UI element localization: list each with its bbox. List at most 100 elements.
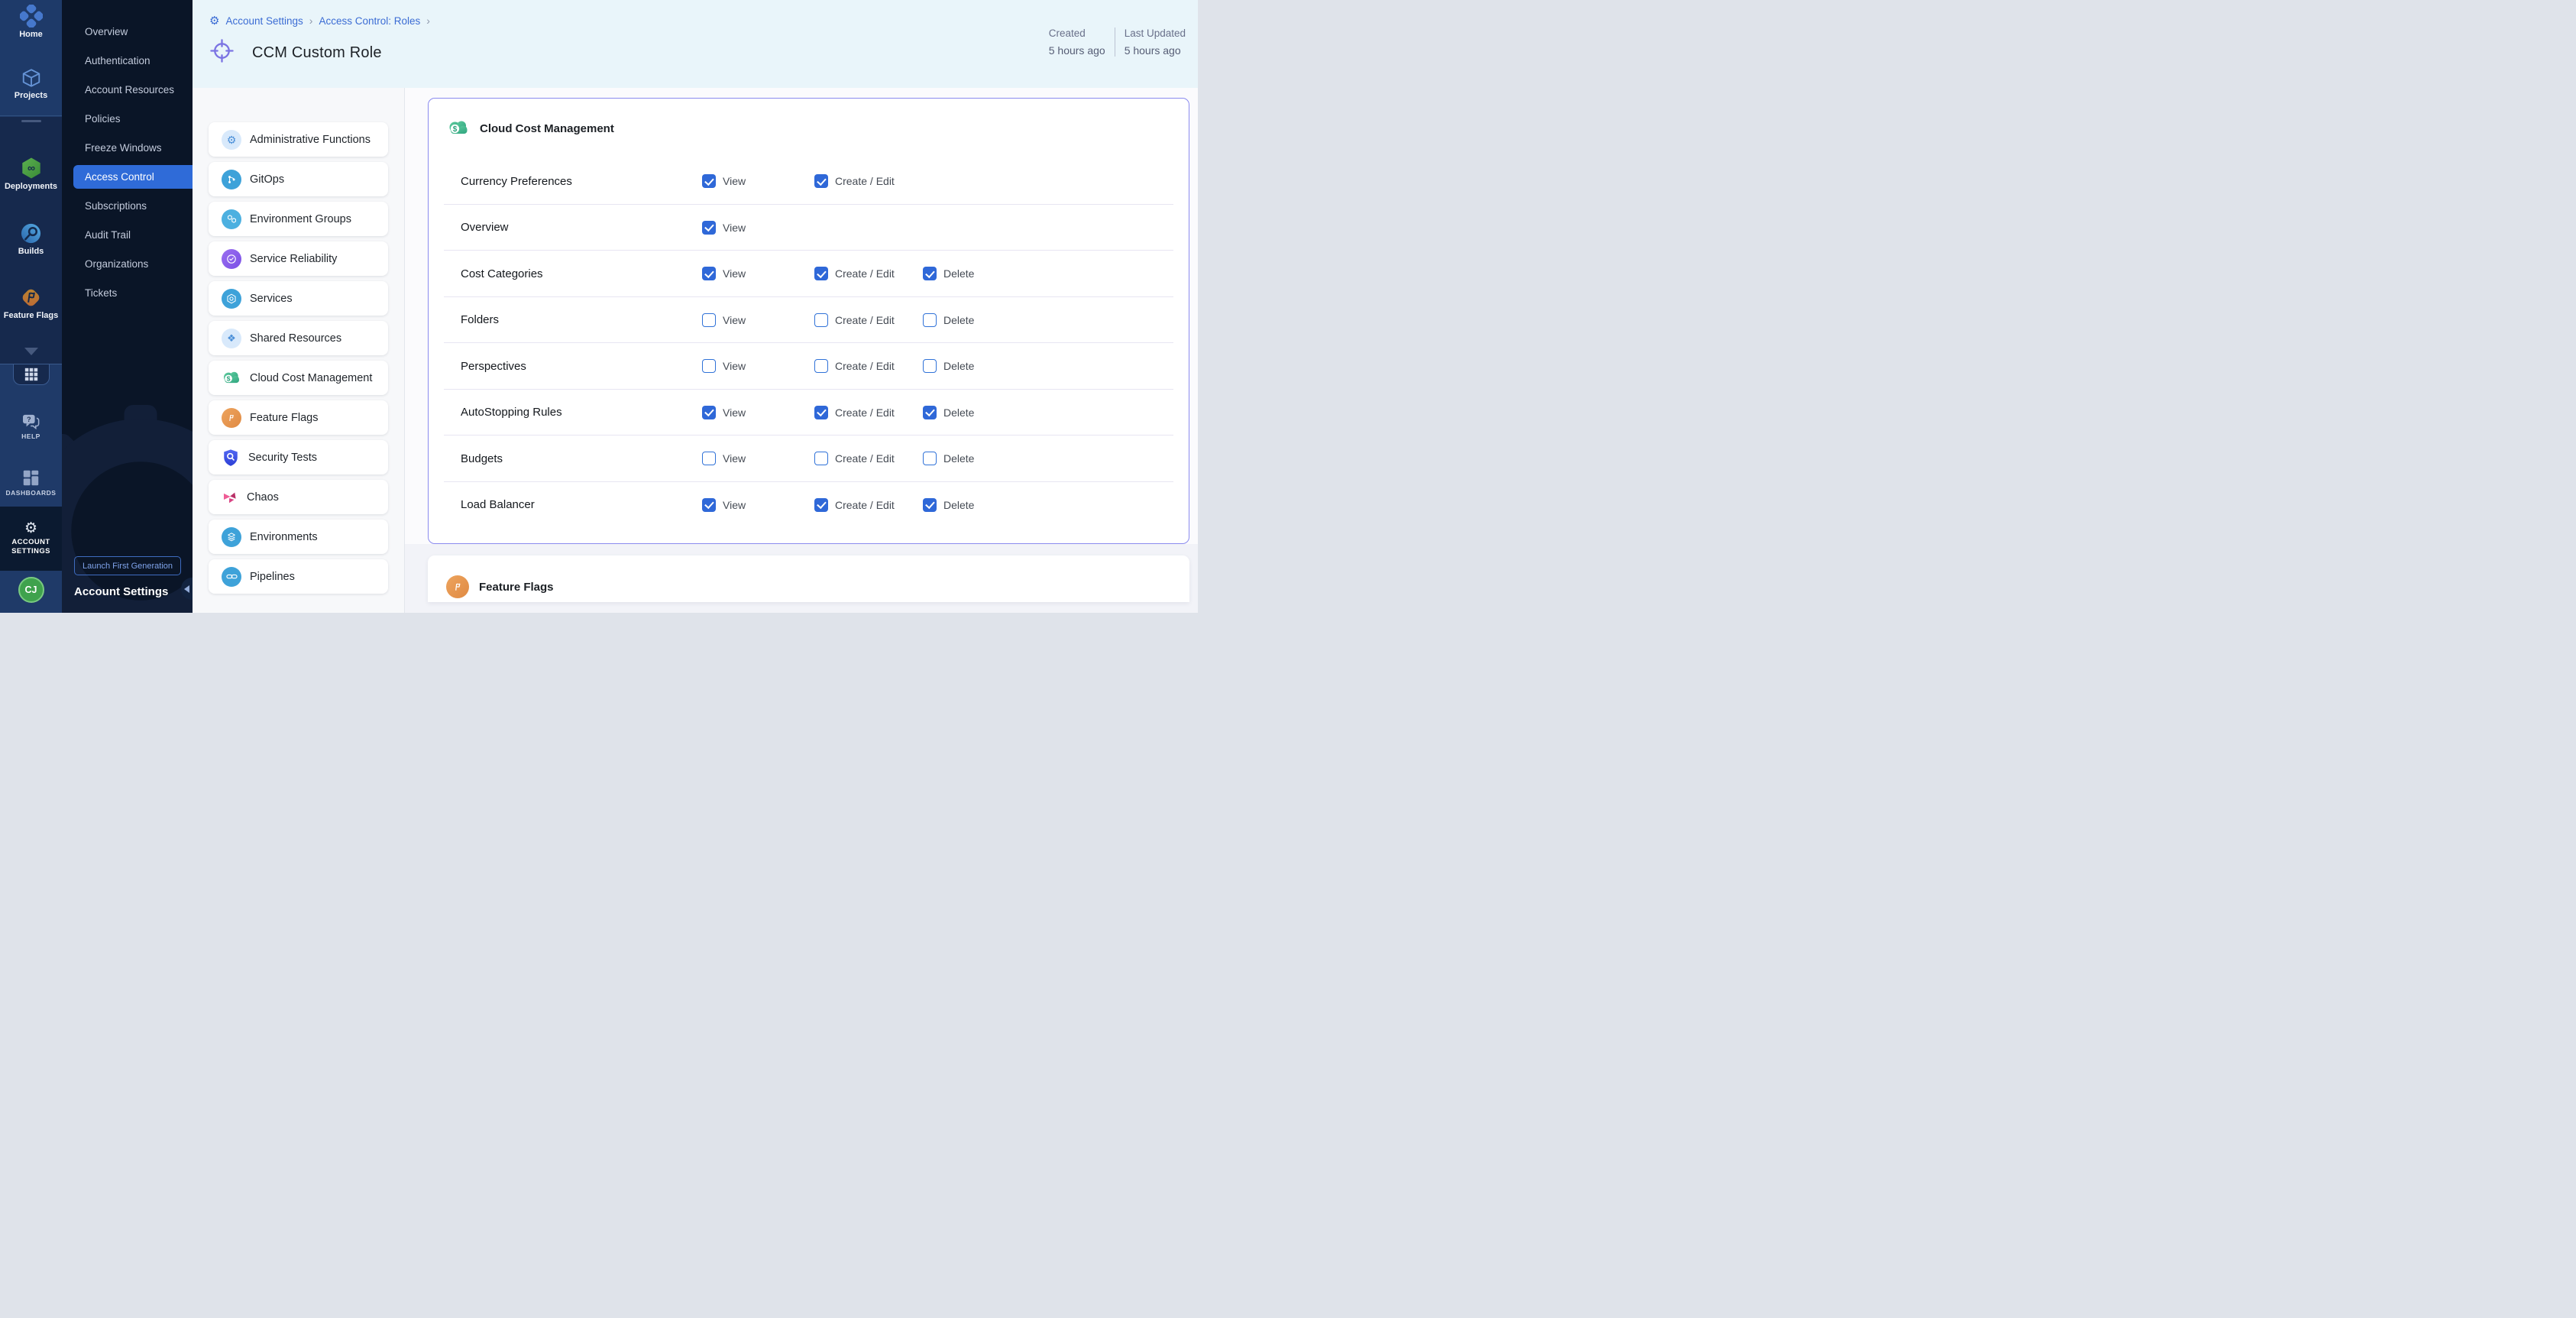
user-avatar[interactable]: CJ [18, 577, 44, 603]
created-label: Created [1049, 28, 1105, 39]
sidebar-item-overview[interactable]: Overview [62, 20, 193, 44]
sidebar-item-subscriptions[interactable]: Subscriptions [62, 194, 193, 218]
projects-cube-icon [21, 67, 42, 89]
rail-item-account-settings[interactable]: ⚙ ACCOUNT SETTINGS [0, 507, 62, 571]
permission-cell-create: Create / Edit [814, 359, 923, 373]
create-checkbox[interactable] [814, 174, 828, 188]
delete-checkbox[interactable] [923, 406, 937, 419]
permission-label: Delete [943, 499, 974, 511]
delete-checkbox[interactable] [923, 359, 937, 373]
chaos-icon [222, 489, 238, 506]
feature-flags-section-header: Feature Flags [446, 575, 1189, 598]
module-card-feature-flags[interactable]: Feature Flags [209, 400, 388, 435]
sidebar-collapse-button[interactable] [181, 578, 193, 600]
delete-checkbox[interactable] [923, 267, 937, 280]
module-label: Pipelines [250, 571, 295, 583]
module-label: Cloud Cost Management [250, 372, 372, 384]
breadcrumb-link-access-control-roles[interactable]: Access Control: Roles [319, 15, 420, 27]
rail-item-projects[interactable]: Projects [0, 67, 62, 100]
rail-item-deployments[interactable]: ∞ Deployments [0, 157, 62, 191]
view-checkbox[interactable] [702, 174, 716, 188]
view-checkbox[interactable] [702, 313, 716, 327]
permission-label: Delete [943, 406, 974, 419]
view-checkbox[interactable] [702, 452, 716, 465]
sidebar-item-organizations[interactable]: Organizations [62, 252, 193, 276]
module-card-service-reliability[interactable]: Service Reliability [209, 241, 388, 276]
permission-row-currency-preferences: Currency PreferencesViewCreate / Edit [429, 158, 1189, 205]
sidebar-item-account-resources[interactable]: Account Resources [62, 78, 193, 102]
delete-checkbox[interactable] [923, 313, 937, 327]
rail-divider-dash [21, 120, 41, 122]
view-checkbox[interactable] [702, 221, 716, 235]
permission-cell-view: View [702, 313, 814, 327]
sidebar-item-freeze-windows[interactable]: Freeze Windows [62, 136, 193, 160]
rail-item-builds[interactable]: Builds [0, 222, 62, 256]
permission-cell-view: View [702, 174, 814, 188]
last-updated-value: 5 hours ago [1125, 44, 1186, 57]
permission-cell-view: View [702, 221, 814, 235]
view-checkbox[interactable] [702, 406, 716, 419]
delete-checkbox[interactable] [923, 498, 937, 512]
module-label: Service Reliability [250, 253, 337, 265]
pipelines-icon [222, 567, 241, 587]
view-checkbox[interactable] [702, 498, 716, 512]
view-checkbox[interactable] [702, 267, 716, 280]
cloud-cost-management-icon: $ [447, 117, 470, 140]
sidebar-item-access-control[interactable]: Access Control [73, 165, 193, 189]
create-checkbox[interactable] [814, 313, 828, 327]
permission-label: Create / Edit [835, 452, 895, 465]
delete-checkbox[interactable] [923, 452, 937, 465]
module-picker-button[interactable] [13, 364, 50, 385]
permission-rows: Currency PreferencesViewCreate / EditOve… [429, 158, 1189, 528]
rail-item-dashboards[interactable]: DASHBOARDS [0, 469, 62, 497]
view-checkbox[interactable] [702, 359, 716, 373]
permission-cell-view: View [702, 406, 814, 419]
permission-label: View [723, 360, 746, 372]
permission-label: Delete [943, 267, 974, 280]
create-checkbox[interactable] [814, 359, 828, 373]
create-checkbox[interactable] [814, 406, 828, 419]
module-card-gitops[interactable]: GitOps [209, 162, 388, 196]
permission-label: View [723, 499, 746, 511]
sidebar-item-authentication[interactable]: Authentication [62, 49, 193, 73]
module-card-security-tests[interactable]: Security Tests [209, 440, 388, 474]
permission-cell-create: Create / Edit [814, 174, 923, 188]
permission-label: Delete [943, 452, 974, 465]
launch-first-generation-button[interactable]: Launch First Generation [74, 556, 181, 575]
create-checkbox[interactable] [814, 267, 828, 280]
page-body: ⚙Administrative Functions GitOps Environme… [193, 88, 1198, 613]
module-card-shared-resources[interactable]: ❖Shared Resources [209, 321, 388, 355]
module-card-pipelines[interactable]: Pipelines [209, 559, 388, 594]
module-label: GitOps [250, 173, 284, 186]
breadcrumb-separator: › [426, 15, 430, 27]
shared-resources-icon: ❖ [222, 329, 241, 348]
create-checkbox[interactable] [814, 498, 828, 512]
module-card-environment-groups[interactable]: Environment Groups [209, 202, 388, 236]
permission-cell-delete: Delete [923, 359, 1189, 373]
module-card-administrative-functions[interactable]: ⚙Administrative Functions [209, 122, 388, 157]
ccm-permissions-panel: $ Cloud Cost Management Currency Prefere… [428, 98, 1189, 544]
module-label: Chaos [247, 491, 279, 504]
permission-label: Create / Edit [835, 314, 895, 326]
module-card-services[interactable]: Services [209, 281, 388, 316]
builds-circle-icon [20, 222, 42, 244]
module-card-chaos[interactable]: Chaos [209, 480, 388, 514]
create-checkbox[interactable] [814, 452, 828, 465]
permission-row-budgets: BudgetsView Create / Edit Delete [429, 436, 1189, 482]
permission-label: Create / Edit [835, 175, 895, 187]
permission-label: Create / Edit [835, 360, 895, 372]
module-card-cloud-cost-management[interactable]: $Cloud Cost Management [209, 361, 388, 395]
sidebar-item-policies[interactable]: Policies [62, 107, 193, 131]
rail-item-feature-flags[interactable]: Feature Flags [0, 287, 62, 320]
rail-item-help[interactable]: ? HELP [0, 413, 62, 440]
module-rail: Home Projects ∞ Deployments Builds Featu… [0, 0, 62, 613]
permission-cell-view: View [702, 452, 814, 465]
chevron-down-icon[interactable] [24, 348, 38, 355]
rail-item-home[interactable]: Home [0, 5, 62, 39]
sidebar-item-audit-trail[interactable]: Audit Trail [62, 223, 193, 247]
resource-name: Budgets [461, 452, 702, 465]
sidebar-item-tickets[interactable]: Tickets [62, 281, 193, 305]
module-card-environments[interactable]: Environments [209, 520, 388, 554]
permission-cell-delete: Delete [923, 313, 1189, 327]
breadcrumb-link-account-settings[interactable]: Account Settings [225, 15, 303, 27]
